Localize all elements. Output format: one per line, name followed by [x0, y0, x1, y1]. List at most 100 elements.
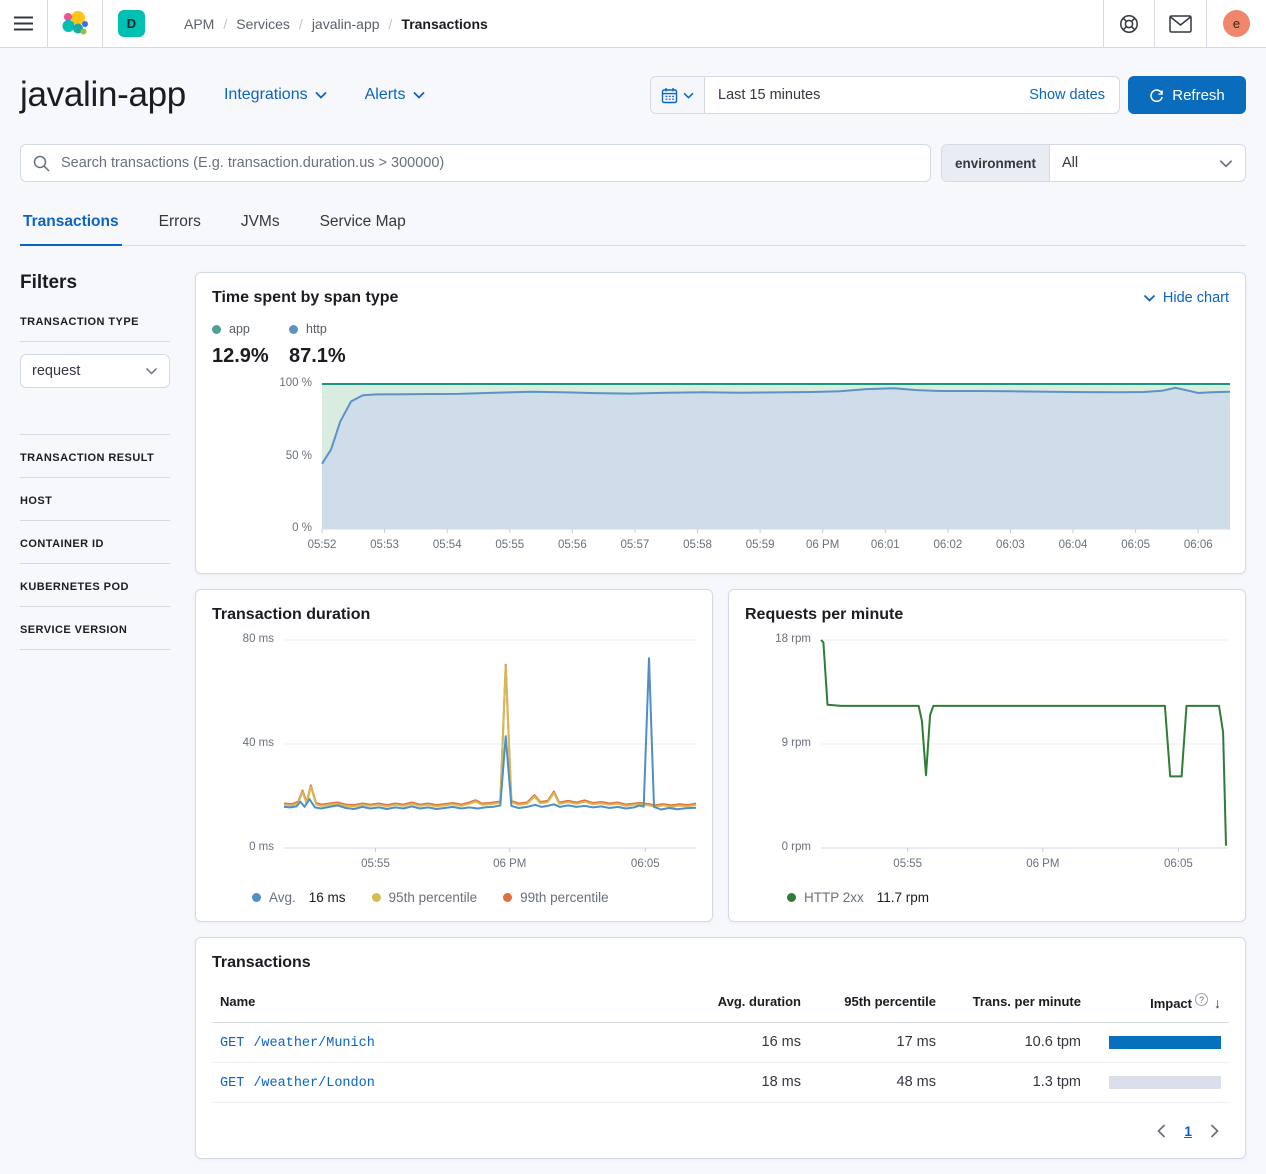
- elastic-logo-icon: [61, 10, 89, 38]
- filters-heading: Filters: [20, 272, 170, 294]
- impact-help-icon[interactable]: ?: [1195, 993, 1208, 1006]
- transactions-table-panel: Transactions Name Avg. duration 95th per…: [195, 937, 1246, 1159]
- p95-legend-dot: [372, 893, 381, 902]
- hide-chart-link[interactable]: Hide chart: [1143, 290, 1229, 306]
- refresh-button[interactable]: Refresh: [1128, 76, 1246, 114]
- requests-per-minute-panel: Requests per minute 18 rpm9 rpm0 rpm05:5…: [728, 589, 1246, 922]
- span-type-chart[interactable]: 100 %50 %0 %05:5205:5305:5405:5505:5605:…: [212, 384, 1229, 557]
- breadcrumb-separator: /: [299, 16, 303, 32]
- transaction-type-select[interactable]: request: [20, 354, 170, 388]
- calendar-icon: [661, 87, 678, 104]
- legend-item-app: app: [212, 322, 289, 336]
- refresh-label: Refresh: [1172, 87, 1225, 104]
- quick-select-button[interactable]: [651, 77, 705, 113]
- divider: [1206, 0, 1207, 47]
- legend-item-avg[interactable]: Avg. 16 ms: [252, 890, 346, 905]
- rpm-panel-title: Requests per minute: [745, 606, 1229, 624]
- transaction-link-munich[interactable]: GET/weather/Munich: [220, 1036, 375, 1051]
- filter-transaction-type-label[interactable]: TRANSACTION TYPE: [20, 316, 170, 328]
- menu-button[interactable]: [0, 0, 47, 47]
- breadcrumb-service-name[interactable]: javalin-app: [312, 16, 380, 32]
- breadcrumb-separator: /: [389, 16, 393, 32]
- trans-per-minute-value: 10.6 tpm: [944, 1022, 1089, 1062]
- integrations-menu[interactable]: Integrations: [224, 86, 327, 104]
- app-percentage: 12.9%: [212, 345, 289, 368]
- chevron-down-icon: [145, 367, 158, 375]
- tab-errors[interactable]: Errors: [156, 204, 204, 246]
- sort-desc-icon[interactable]: ↓: [1214, 995, 1221, 1011]
- space-badge[interactable]: D: [118, 10, 145, 37]
- avg-duration-value: 16 ms: [689, 1022, 809, 1062]
- transactions-table-title: Transactions: [212, 954, 1229, 972]
- page-title: javalin-app: [20, 74, 186, 116]
- column-header-trans-per-minute[interactable]: Trans. per minute: [944, 985, 1089, 1022]
- filter-service-version[interactable]: SERVICE VERSION: [20, 624, 170, 636]
- http2xx-legend-label: HTTP 2xx: [804, 890, 864, 905]
- app-legend-dot: [212, 325, 221, 334]
- legend-item-http2xx[interactable]: HTTP 2xx 11.7 rpm: [787, 890, 929, 905]
- duration-panel-title: Transaction duration: [212, 606, 696, 624]
- page-1-button[interactable]: 1: [1184, 1123, 1192, 1139]
- notifications-button[interactable]: [1155, 0, 1206, 47]
- filter-kubernetes-pod[interactable]: KUBERNETES POD: [20, 581, 170, 593]
- column-header-95th-percentile[interactable]: 95th percentile: [809, 985, 944, 1022]
- tab-service-map[interactable]: Service Map: [317, 204, 409, 246]
- integrations-label: Integrations: [224, 86, 308, 104]
- top-navigation-bar: D APM / Services / javalin-app / Transac…: [0, 0, 1266, 48]
- help-button[interactable]: [1104, 0, 1154, 47]
- legend-item-http: http: [289, 322, 366, 336]
- requests-per-minute-chart[interactable]: 18 rpm9 rpm0 rpm05:5506 PM06:05: [745, 640, 1229, 876]
- http-legend-label: http: [306, 322, 327, 336]
- elastic-logo[interactable]: [48, 10, 102, 38]
- impact-bar: [1109, 1076, 1221, 1089]
- impact-bar: [1109, 1036, 1221, 1049]
- chevron-right-icon: [1210, 1124, 1219, 1138]
- chevron-down-icon: [1143, 294, 1156, 302]
- pagination: 1: [212, 1120, 1229, 1142]
- date-picker: Last 15 minutes Show dates: [650, 76, 1120, 114]
- 95th-percentile-value: 48 ms: [809, 1062, 944, 1102]
- tab-bar: Transactions Errors JVMs Service Map: [20, 204, 1246, 246]
- tab-transactions[interactable]: Transactions: [20, 204, 122, 246]
- environment-select[interactable]: environment All: [941, 144, 1246, 182]
- breadcrumb: APM / Services / javalin-app / Transacti…: [184, 16, 488, 32]
- alerts-label: Alerts: [365, 86, 406, 104]
- prev-page-button[interactable]: [1153, 1120, 1170, 1142]
- envelope-icon: [1169, 15, 1192, 33]
- user-avatar[interactable]: e: [1223, 10, 1250, 37]
- filter-container-id[interactable]: CONTAINER ID: [20, 538, 170, 550]
- transaction-link-london[interactable]: GET/weather/London: [220, 1076, 375, 1091]
- filter-transaction-result[interactable]: TRANSACTION RESULT: [20, 452, 170, 464]
- environment-prepend-label: environment: [942, 145, 1050, 181]
- http-legend-dot: [289, 325, 298, 334]
- column-header-impact[interactable]: Impact?↓: [1089, 985, 1229, 1022]
- http2xx-legend-value: 11.7 rpm: [877, 890, 929, 905]
- table-row: GET/weather/Munich 16 ms 17 ms 10.6 tpm: [212, 1022, 1229, 1062]
- transaction-duration-chart[interactable]: 80 ms40 ms0 ms05:5506 PM06:05: [212, 640, 696, 876]
- next-page-button[interactable]: [1206, 1120, 1223, 1142]
- time-range-value[interactable]: Last 15 minutes: [705, 87, 820, 103]
- hide-chart-label: Hide chart: [1163, 290, 1229, 306]
- legend-item-99th[interactable]: 99th percentile: [503, 890, 609, 905]
- chevron-down-icon: [315, 91, 327, 99]
- breadcrumb-current: Transactions: [401, 16, 487, 32]
- alerts-menu[interactable]: Alerts: [365, 86, 425, 104]
- avg-legend-value: 16 ms: [309, 890, 346, 905]
- divider: [102, 0, 103, 47]
- show-dates-link[interactable]: Show dates: [1029, 87, 1119, 103]
- tab-jvms[interactable]: JVMs: [238, 204, 283, 246]
- time-spent-by-span-type-panel: Time spent by span type Hide chart app h…: [195, 272, 1246, 574]
- column-header-avg-duration[interactable]: Avg. duration: [689, 985, 809, 1022]
- filter-host[interactable]: HOST: [20, 495, 170, 507]
- transactions-table: Name Avg. duration 95th percentile Trans…: [212, 985, 1229, 1103]
- search-input[interactable]: [59, 154, 918, 172]
- page-header: javalin-app Integrations Alerts Last 15 …: [0, 48, 1266, 116]
- filters-sidebar: Filters TRANSACTION TYPE request TRANSAC…: [20, 272, 170, 650]
- breadcrumb-separator: /: [223, 16, 227, 32]
- legend-item-95th[interactable]: 95th percentile: [372, 890, 478, 905]
- divider: [20, 341, 170, 342]
- breadcrumb-services[interactable]: Services: [236, 16, 290, 32]
- breadcrumb-apm[interactable]: APM: [184, 16, 214, 32]
- rpm-legend: HTTP 2xx 11.7 rpm: [787, 890, 1229, 905]
- column-header-name[interactable]: Name: [212, 985, 689, 1022]
